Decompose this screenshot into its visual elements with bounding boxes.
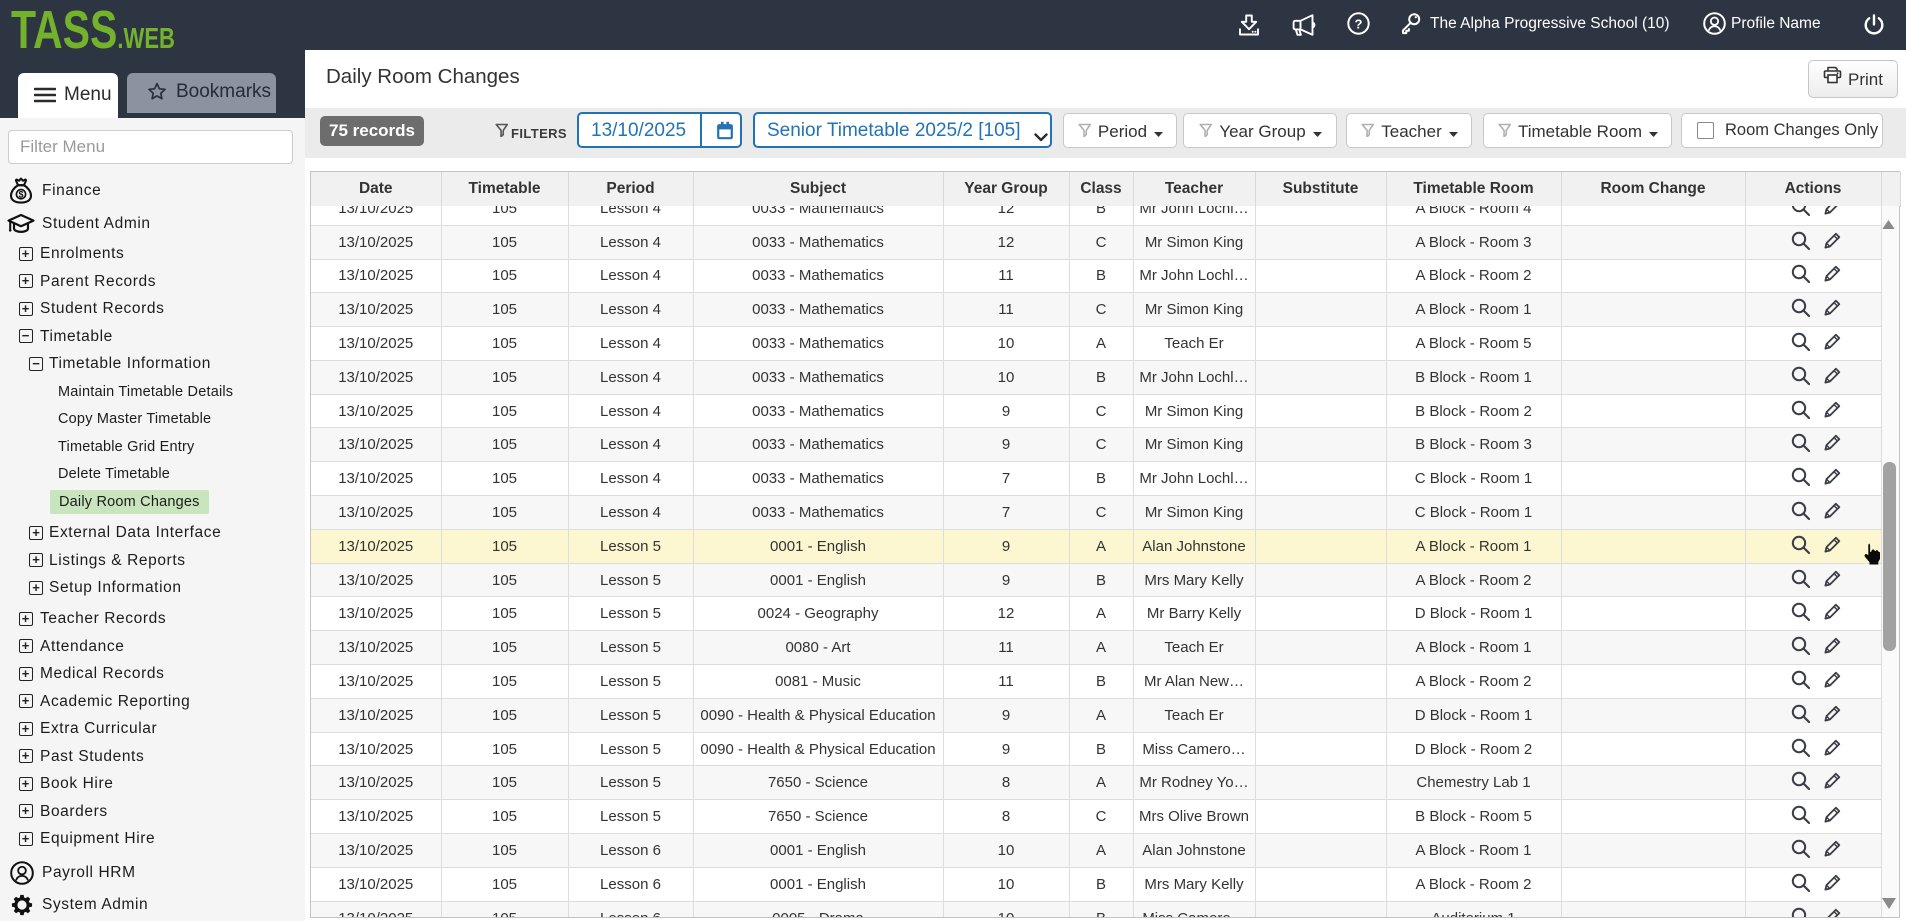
svg-text:?: ? (1355, 16, 1363, 31)
svg-text:$: $ (18, 190, 23, 200)
